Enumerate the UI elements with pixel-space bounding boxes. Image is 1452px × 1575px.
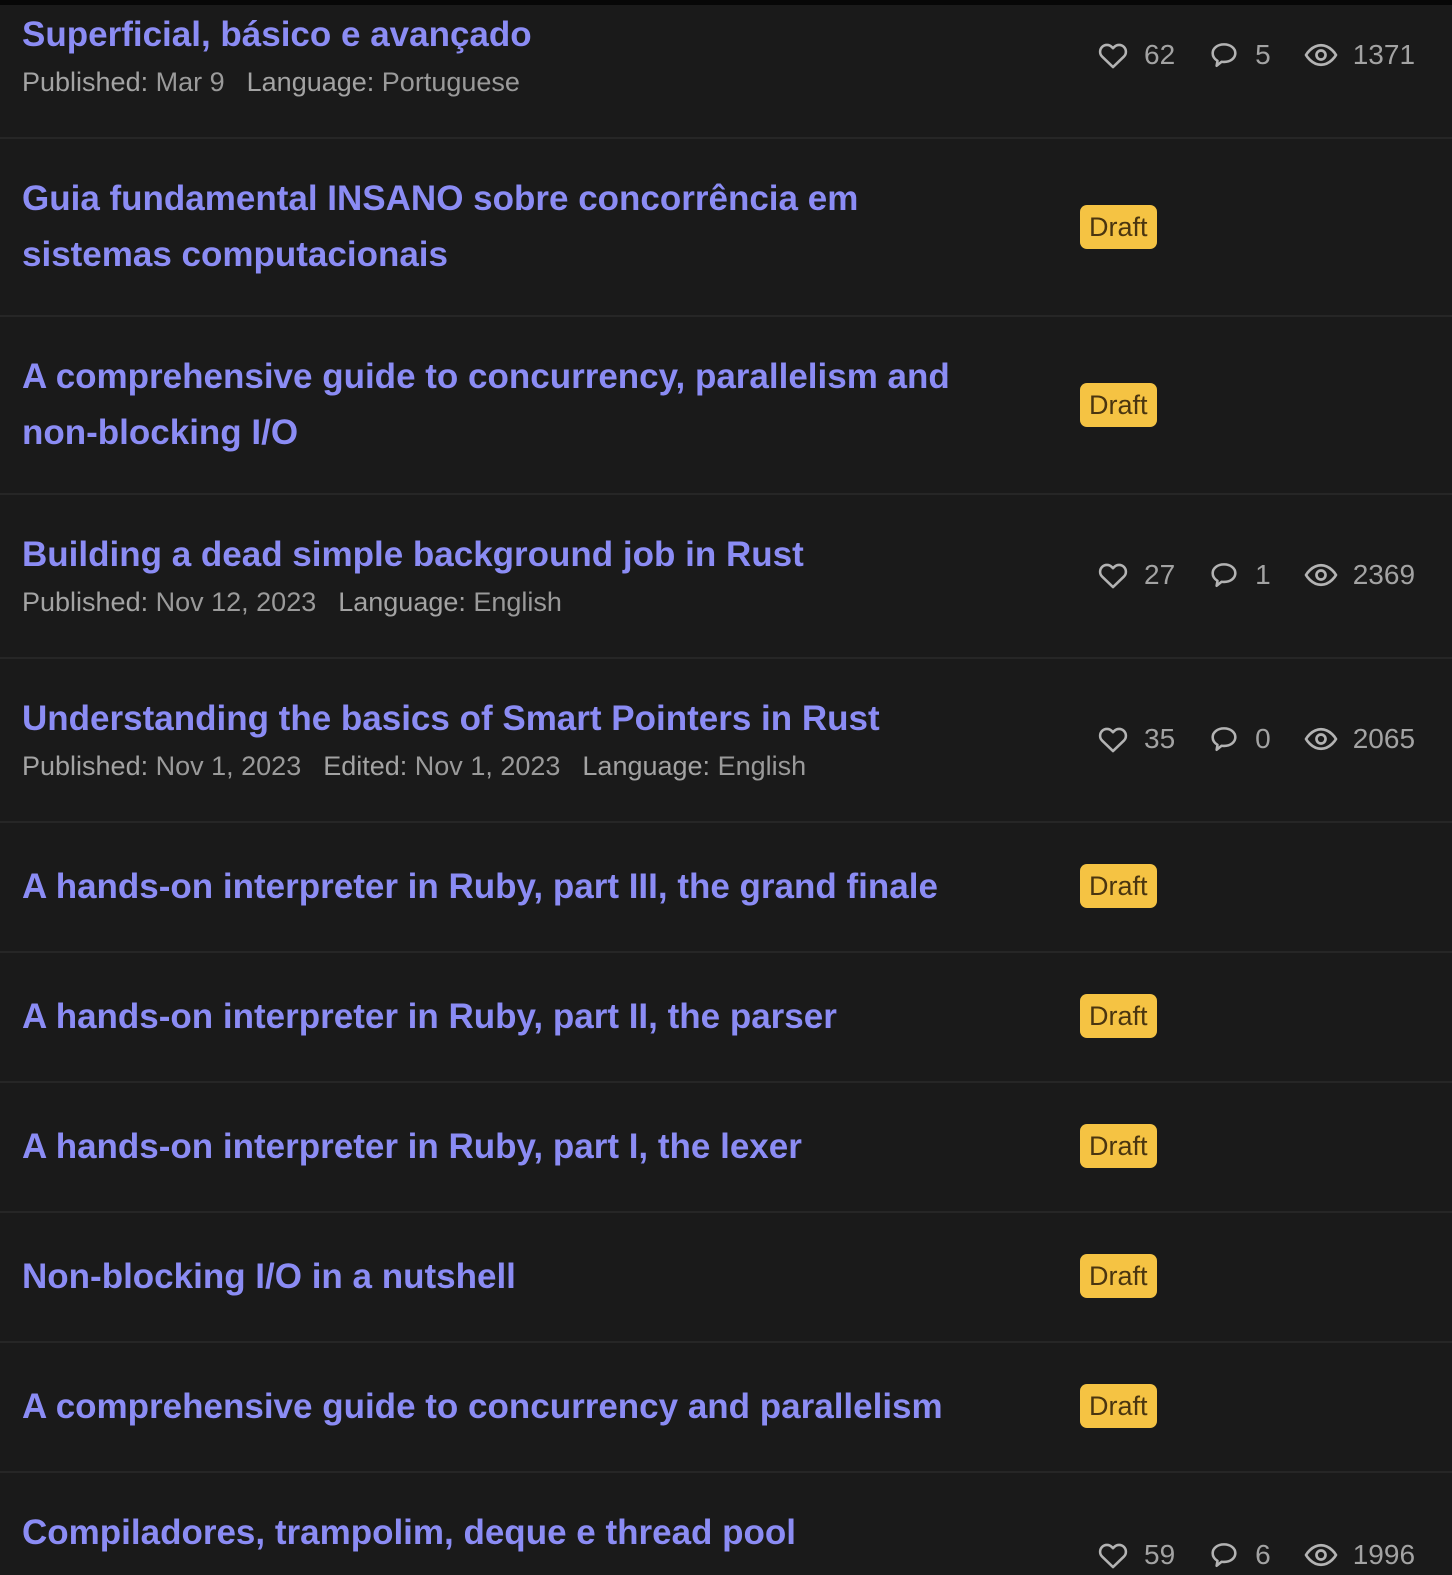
- language-label: Language:: [582, 751, 711, 781]
- eye-icon: [1304, 43, 1338, 67]
- article-title-line: A comprehensive guide to concurrency, pa…: [22, 357, 950, 396]
- draft-badge: Draft: [1080, 383, 1157, 427]
- comments-stat[interactable]: 0: [1207, 722, 1271, 756]
- eye-icon: [1304, 563, 1338, 587]
- language-label: Language:: [246, 67, 375, 97]
- published-date: Nov 1, 2023: [155, 751, 302, 781]
- article-title-link[interactable]: Guia fundamental INSANO sobre concorrênc…: [22, 171, 858, 283]
- views-count: 1996: [1352, 1539, 1416, 1570]
- draft-badge: Draft: [1080, 205, 1157, 249]
- heart-icon: [1098, 727, 1128, 753]
- article-title-link[interactable]: A comprehensive guide to concurrency and…: [22, 1379, 943, 1435]
- published-label: Published:: [22, 587, 149, 617]
- views-count: 2369: [1352, 559, 1416, 590]
- draft-badge: Draft: [1080, 864, 1157, 908]
- language-value: Portuguese: [381, 67, 520, 97]
- likes-stat[interactable]: 35: [1096, 722, 1175, 756]
- article-title-link[interactable]: A hands-on interpreter in Ruby, part I, …: [22, 1119, 802, 1175]
- comment-icon: [1211, 727, 1237, 752]
- list-item: Superficial, básico e avançado Published…: [0, 5, 1452, 139]
- article-meta: Published: Nov 1, 2023 Edited: Nov 1, 202…: [22, 751, 828, 782]
- draft-badge: Draft: [1080, 994, 1157, 1038]
- draft-badge: Draft: [1080, 1124, 1157, 1168]
- eye-icon: [1304, 1543, 1338, 1567]
- heart-icon: [1098, 43, 1128, 69]
- article-title-link[interactable]: A hands-on interpreter in Ruby, part III…: [22, 859, 938, 915]
- article-title-line: sistemas computacionais: [22, 235, 448, 274]
- list-item: A hands-on interpreter in Ruby, part I, …: [0, 1083, 1452, 1213]
- comments-count: 1: [1255, 559, 1271, 590]
- published-date: Mar 9: [155, 67, 225, 97]
- views-count: 1371: [1352, 39, 1416, 70]
- likes-stat[interactable]: 27: [1096, 558, 1175, 592]
- likes-stat[interactable]: 59: [1096, 1538, 1175, 1572]
- list-item: Building a dead simple background job in…: [0, 495, 1452, 659]
- article-title-link[interactable]: Building a dead simple background job in…: [22, 527, 804, 583]
- likes-stat[interactable]: 62: [1096, 38, 1175, 72]
- article-title-link[interactable]: Understanding the basics of Smart Pointe…: [22, 691, 880, 747]
- language-value: English: [473, 587, 562, 617]
- published-label: Published:: [22, 751, 149, 781]
- article-stats: 59 6 1996: [1096, 1535, 1415, 1575]
- published-date: Nov 12, 2023: [155, 587, 317, 617]
- article-title-link[interactable]: Superficial, básico e avançado: [22, 7, 532, 63]
- language-label: Language:: [338, 587, 466, 617]
- comments-stat[interactable]: 1: [1207, 558, 1271, 592]
- list-item: A comprehensive guide to concurrency and…: [0, 1343, 1452, 1473]
- likes-count: 35: [1144, 723, 1176, 754]
- article-title-link[interactable]: Compiladores, trampolim, deque e thread …: [22, 1505, 796, 1561]
- list-item: A comprehensive guide to concurrency, pa…: [0, 317, 1452, 495]
- article-title-link[interactable]: A comprehensive guide to concurrency, pa…: [22, 349, 950, 461]
- comments-stat[interactable]: 5: [1207, 38, 1271, 72]
- comment-icon: [1211, 563, 1237, 588]
- language-value: English: [717, 751, 807, 781]
- comments-count: 0: [1255, 723, 1271, 754]
- list-item: Compiladores, trampolim, deque e thread …: [0, 1473, 1452, 1570]
- article-stats: 27 1 2369: [1096, 555, 1415, 595]
- likes-count: 27: [1144, 559, 1176, 590]
- published-label: Published:: [22, 67, 149, 97]
- article-title-link[interactable]: Non-blocking I/O in a nutshell: [22, 1249, 516, 1305]
- list-item: A hands-on interpreter in Ruby, part II,…: [0, 953, 1452, 1083]
- views-stat: 1371: [1303, 37, 1415, 73]
- article-title-line: Guia fundamental INSANO sobre concorrênc…: [22, 179, 859, 218]
- views-stat: 2369: [1303, 557, 1415, 593]
- heart-icon: [1098, 563, 1128, 589]
- likes-count: 62: [1144, 39, 1176, 70]
- article-meta: Published: Nov 12, 2023 Language: English: [22, 587, 584, 618]
- article-meta: Published: Mar 9 Language: Portuguese: [22, 67, 542, 98]
- comment-icon: [1211, 43, 1237, 68]
- article-title-link[interactable]: A hands-on interpreter in Ruby, part II,…: [22, 989, 837, 1045]
- comment-icon: [1211, 1543, 1237, 1568]
- likes-count: 59: [1144, 1539, 1176, 1570]
- draft-badge: Draft: [1080, 1254, 1157, 1298]
- draft-badge: Draft: [1080, 1384, 1157, 1428]
- article-stats: 62 5 1371: [1096, 35, 1415, 75]
- comments-count: 5: [1255, 39, 1271, 70]
- comments-count: 6: [1255, 1539, 1271, 1570]
- views-stat: 2065: [1303, 721, 1415, 757]
- list-item: Understanding the basics of Smart Pointe…: [0, 659, 1452, 823]
- edited-date: Nov 1, 2023: [414, 751, 561, 781]
- list-item: Non-blocking I/O in a nutshell Draft: [0, 1213, 1452, 1343]
- article-title-line: non-blocking I/O: [22, 413, 299, 452]
- list-item: Guia fundamental INSANO sobre concorrênc…: [0, 139, 1452, 317]
- views-count: 2065: [1352, 723, 1416, 754]
- article-stats: 35 0 2065: [1096, 719, 1415, 759]
- heart-icon: [1098, 1543, 1128, 1569]
- comments-stat[interactable]: 6: [1207, 1538, 1271, 1572]
- views-stat: 1996: [1303, 1537, 1415, 1573]
- eye-icon: [1304, 727, 1338, 751]
- list-item: A hands-on interpreter in Ruby, part III…: [0, 823, 1452, 953]
- edited-label: Edited:: [323, 751, 408, 781]
